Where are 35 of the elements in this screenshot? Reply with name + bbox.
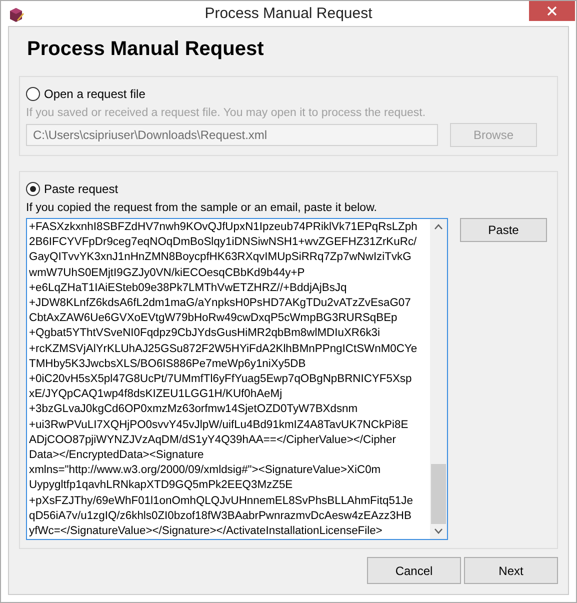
cancel-button[interactable]: Cancel [367,557,461,584]
radio-button[interactable] [26,182,40,196]
text-line: xmlns="http://www.w3.org/2000/09/xmldsig#"><SignatureValue>XiC0m [29,463,382,478]
scrollbar-drawing[interactable] [430,219,447,539]
text-line: +0iC20vH5sX5pl47G8UcPt/7UMmfTl6yFfYuag5Ewp7qOBgNpBRNICYF5Xsp [29,372,413,388]
text-line: +ui3RwPVuLI7XQHjPO0svvY45vJlpW/uifLu4Bd91kmIZ4A8TavUK7NCkPi8E [29,418,410,433]
text-line: GayQITvvYK3xnJ1nHnZMN8BoycpfHK63RXqvIMUpSiRRq7Zp7wNwIziTvkG [29,250,412,266]
window-title: Process Manual Request [204,5,372,22]
hint-text: If you copied the request from the sample or an email, paste it below. [26,202,378,214]
hint-text: If you saved or received a request file. You may open it to process the request. [26,107,427,119]
text-line: Uypygltfp1qavhLRNkapXTD9GQ5mPk2EEQ3MzZ5E [29,478,294,494]
text-line: +e6LqZHaT1IAiESteb09e38Pk7LMThVwETZHRZ//+BddjAjBsJq [29,280,348,296]
text-line: xE/JYQpCAQ1wp4f8dsKIZEU1LGG1H/KUf0hAeMj [29,387,284,402]
text-line: +3bzGLvaJ0kgCd6OP0xmzMz63orfmw14SjetOZD0TyW7BXdsnm [29,402,359,418]
text-line: +rcKZMSVjAlYrKLUhAJ25GSu872F2W5HYiFdA2KlhBMnPPngICtSWnM0CYe [29,342,418,357]
text-line: +pXsFZJThy/69eWhF01l1onOmhQLQJvUHnnemEL8SvPhsBLLAhmFitq51Je [29,494,414,509]
text-line: ADjCOO87pjiWYNZJVzAqDM/dS1yY4Q39hAA==</CipherValue></Cipher [29,432,397,448]
text-line: CbtAxZAW6Ue6GVXoEVtgW79bHoRw49cwDxqP5cWmpBG3RURSqBEp [29,311,398,326]
next-button[interactable]: Next [464,557,558,584]
text-line: yfWc=</SignatureValue></Signature></ActivateInstallationLicenseFile> [29,524,384,539]
paste-button[interactable]: Paste [460,218,547,242]
radio-label[interactable]: Paste request [44,182,118,196]
text-line: wmW7UhS0EMjtI9GZJy0VN/kiECOesqCBbKd9b44y+P [29,266,306,281]
text-line: TMHby5K3JwcbsXLS/BO6IS886Pe7meWp6y1niXy5DB [29,356,307,372]
request-text-area[interactable] [26,218,448,540]
text-line: 2B6IFCYVFpDr9ceg7eqNOqDmBoSlqy1iDNSiwNSH1+wvZGEFHZ31ZrKuRc/ [29,235,418,250]
text-line: +Qgbat5YThtVSveNI0Fqdpz9CbJYdsGusHiMR2qbBm8wlMDIuXR6k3i [29,326,382,342]
text-line: qD56iA7v/u1zgIQ/z6khls0ZI0bzof18fW3BAabrPwnrazmvDcAesw4zEAzz3HB [29,508,412,524]
page-heading: Process Manual Request [27,38,265,62]
app-icon [8,7,24,23]
close-icon [547,6,557,16]
text-line: Data></EncryptedData><Signature [29,448,205,464]
text-line: +JDW8KLnfZ6kdsA6fL2dm1maG/aYnpksH0PsHD7AKgTDu2vATzZvEsaG07 [29,296,412,312]
text-line: +FASXzkxnhI8SBFZdHV7nwh9KOvQJfUpxN1Ipzeub74PRiklVk71EPqRsLZph [29,220,418,235]
close-button[interactable] [529,1,575,21]
